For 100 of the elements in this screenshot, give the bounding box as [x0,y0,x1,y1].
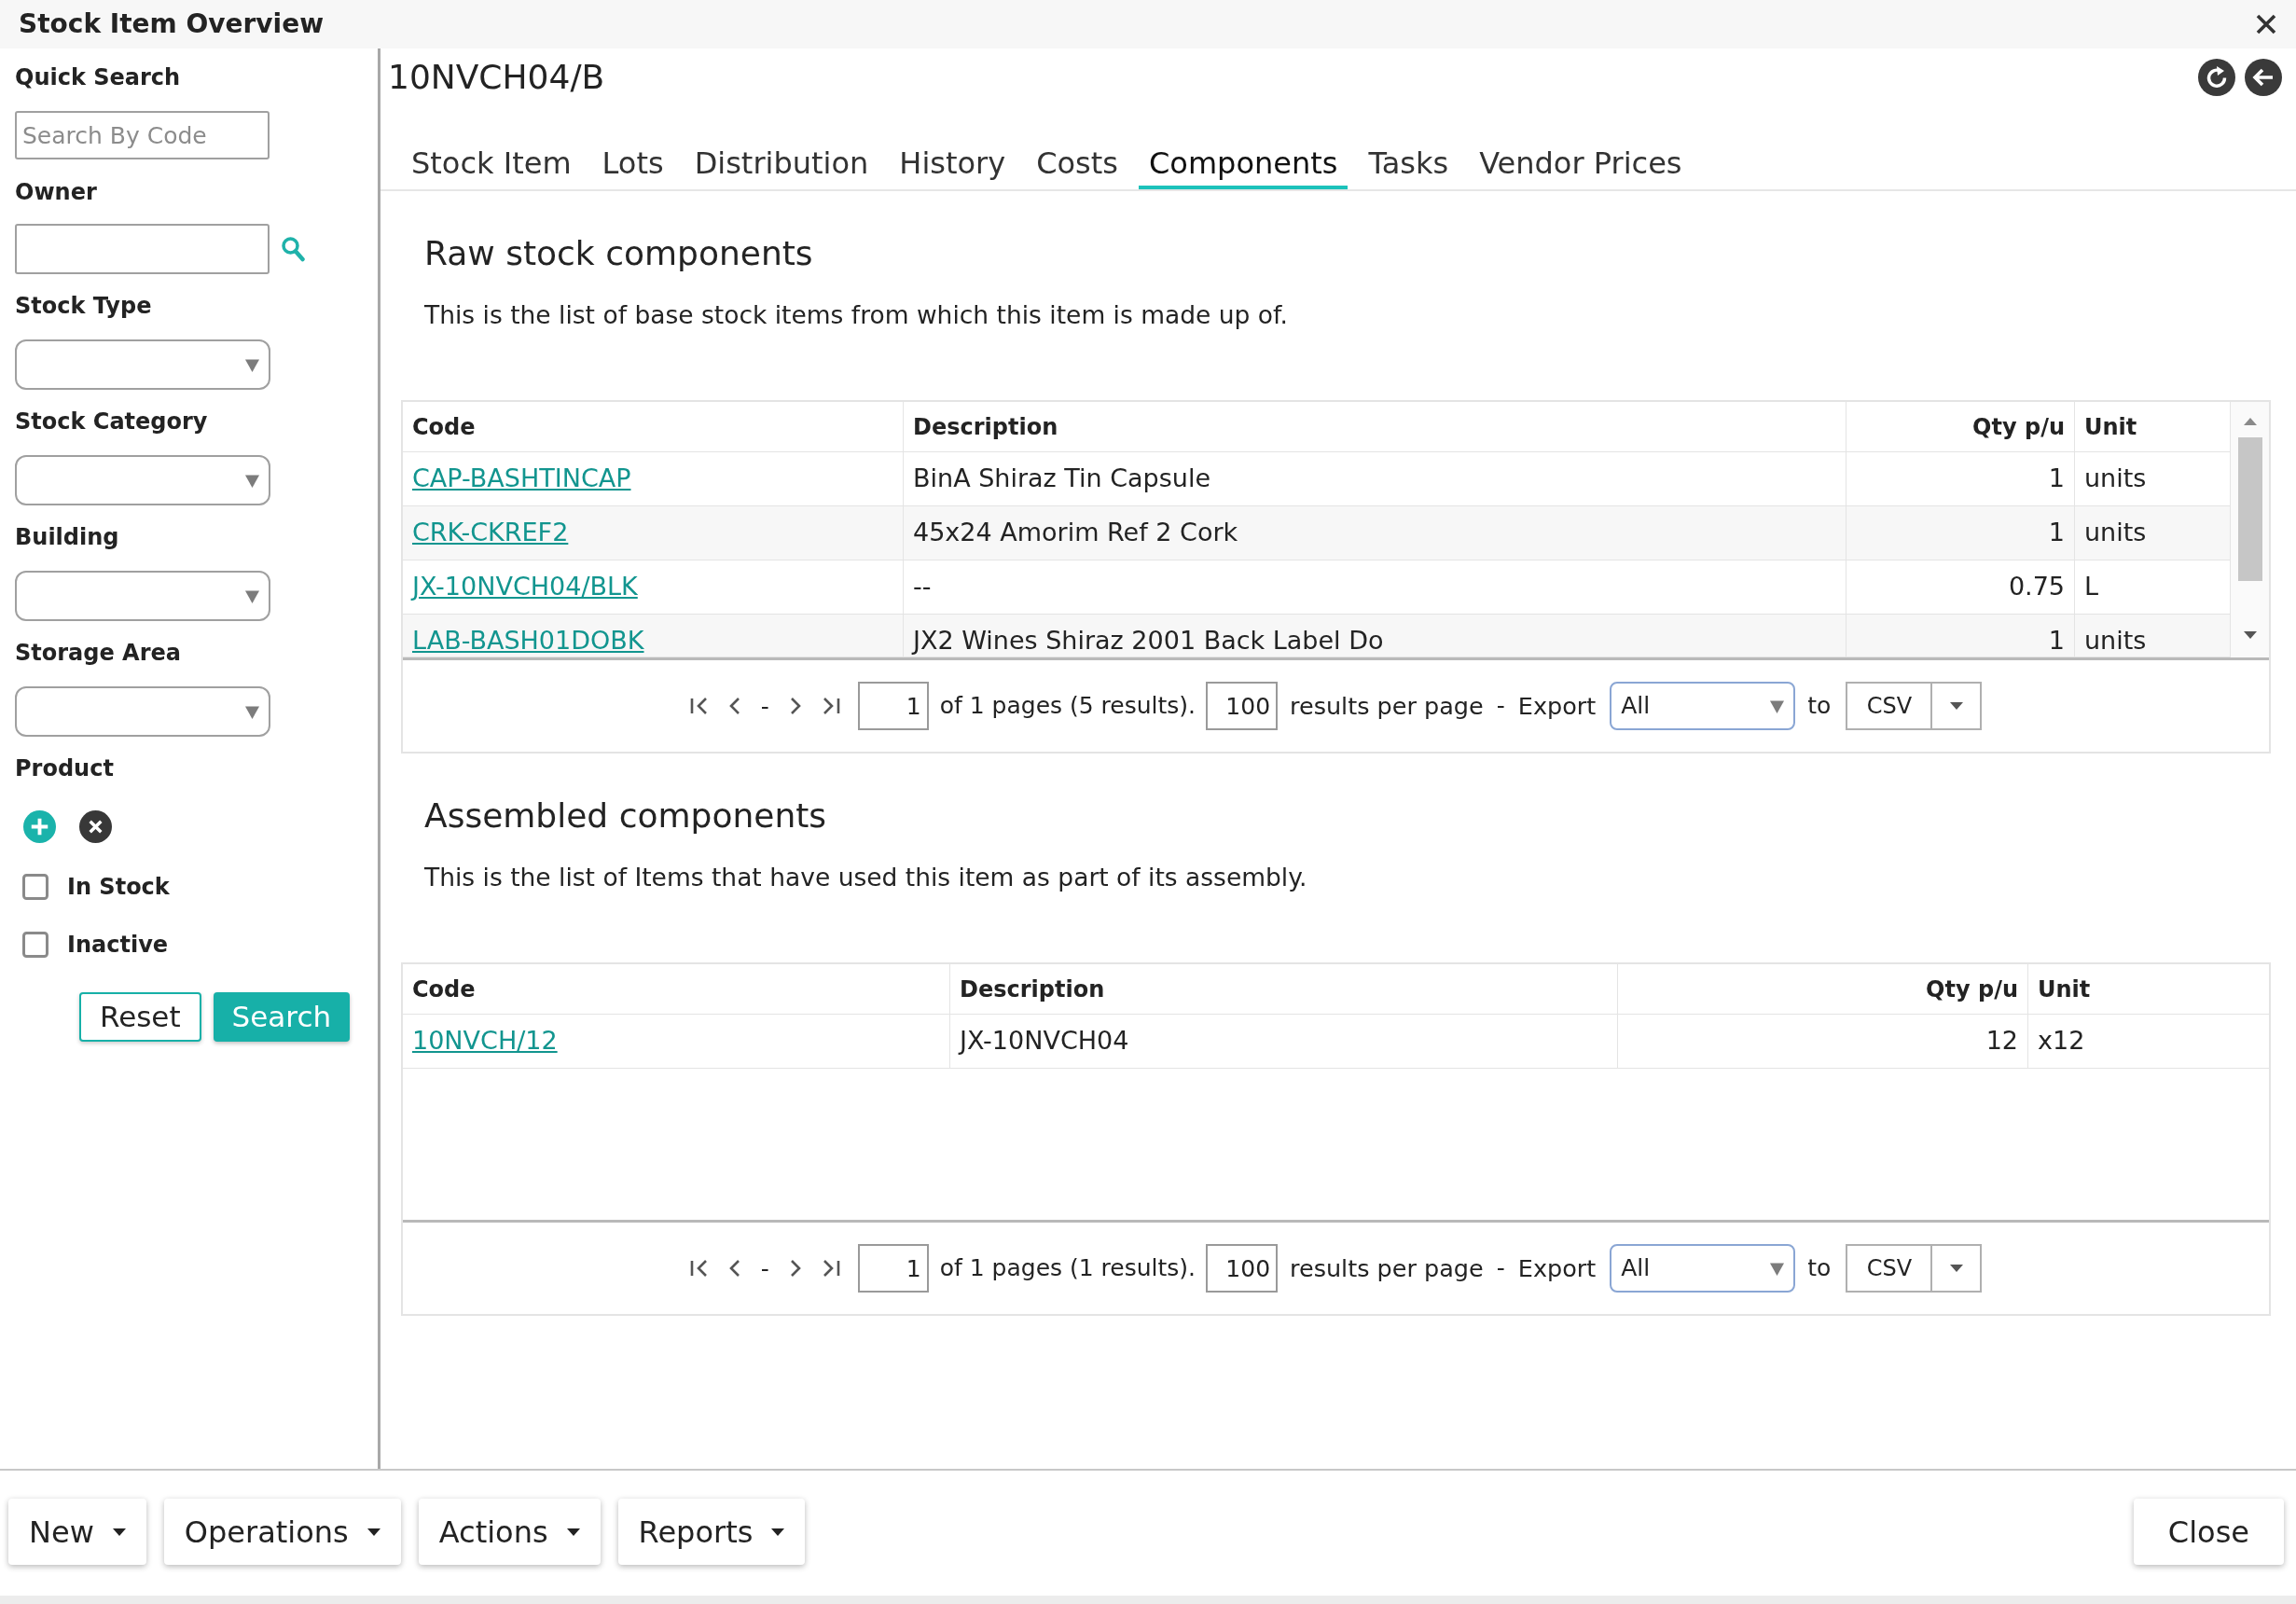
x-circle-icon[interactable] [79,810,112,843]
page-size-field[interactable]: 100 [1206,1244,1279,1293]
scrollbar-thumb[interactable] [2237,437,2262,581]
menu-button[interactable]: New [8,1499,146,1565]
caret-icon [245,704,259,719]
first-page-icon[interactable] [689,696,709,716]
select-field[interactable] [15,571,270,621]
export-format-dropdown[interactable] [1930,1244,1983,1293]
section-description: This is the list of base stock items from which this item is made up of. [423,300,1289,330]
chevron-right-icon[interactable] [789,696,801,716]
table-cell: JX2 Wines Shiraz 2001 Back Label Do [903,615,1846,657]
tab[interactable]: Costs [1026,140,1128,189]
arrow-left-circle-icon[interactable] [2245,59,2282,96]
table-cell: 12 [1617,1015,2027,1068]
caret-icon [771,1528,785,1536]
field-label: Product [15,754,115,782]
table-cell: 45x24 Amorim Ref 2 Cork [903,506,1846,560]
table-cell: 1 [1846,615,2074,657]
chevron-left-icon[interactable] [728,1258,740,1279]
table-cell: 1 [1846,506,2074,560]
export-format-button[interactable]: CSV [1846,1244,1931,1293]
section-heading: Raw stock components [423,233,814,274]
close-button[interactable]: Close [2133,1499,2284,1565]
caret-icon [112,1528,126,1536]
page-summary: of 1 pages (5 results). [939,691,1196,722]
section-description: This is the list of Items that have used this item as part of its assembly. [423,863,1308,892]
export-label: Export [1517,690,1597,722]
section-heading: Assembled components [423,795,828,837]
field-label: Building [15,523,120,551]
page-separator: - [760,1256,769,1280]
tab[interactable]: Components [1139,140,1349,189]
field-label: Storage Area [15,639,182,667]
tab[interactable]: Distribution [684,140,879,189]
field-label: Stock Category [15,408,209,436]
menu-button[interactable]: Actions [418,1499,601,1565]
column-header: Description [903,402,1846,451]
per-page-label: results per page [1290,690,1484,722]
tab[interactable]: Tasks [1358,140,1459,189]
first-page-icon[interactable] [689,1258,709,1279]
tab[interactable]: Stock Item [401,140,582,189]
separator-text: - [1496,1253,1505,1284]
to-label: to [1807,1253,1832,1284]
triangle-down-icon[interactable] [2243,631,2257,639]
column-header: Qty p/u [1846,402,2074,451]
owner-field[interactable] [15,224,270,274]
table-cell: -- [903,560,1846,614]
export-scope-select[interactable]: All [1610,1244,1796,1293]
page-summary: of 1 pages (1 results). [939,1253,1196,1284]
field-label: Stock Type [15,292,153,320]
reset-button[interactable]: Reset [79,992,201,1042]
last-page-icon[interactable] [821,696,840,716]
search-field[interactable]: Search By Code [15,111,270,159]
page-number-field[interactable]: 1 [857,682,929,730]
page-size-field[interactable]: 100 [1206,682,1279,730]
export-scope-select[interactable]: All [1610,682,1796,730]
export-label: Export [1517,1252,1597,1284]
checkbox[interactable] [22,932,48,958]
menu-button[interactable]: Operations [163,1499,401,1565]
table-cell: 0.75 [1846,560,2074,614]
caret-icon [245,357,259,372]
chevron-left-icon[interactable] [728,696,740,716]
page-number-field[interactable]: 1 [857,1244,929,1293]
chevron-right-icon[interactable] [789,1258,801,1279]
tab[interactable]: Vendor Prices [1469,140,1693,189]
export-format-button[interactable]: CSV [1846,682,1931,730]
caret-icon [566,1528,580,1536]
tab[interactable]: History [889,140,1017,189]
plus-circle-icon[interactable] [23,810,56,843]
export-format-dropdown[interactable] [1930,682,1983,730]
caret-icon [245,588,259,603]
menu-button[interactable]: Reports [617,1499,806,1565]
caret-icon [367,1528,380,1536]
caret-icon [245,473,259,488]
caret-icon [1949,1265,1963,1272]
per-page-label: results per page [1290,1252,1484,1284]
table-cell: JX-10NVCH04 [949,1015,1617,1068]
column-header: Code [411,975,477,1004]
last-page-icon[interactable] [821,1258,840,1279]
checkbox-label: In Stock [67,873,170,901]
tab[interactable]: Lots [591,140,674,189]
table-cell: 1 [1846,452,2074,505]
select-field[interactable] [15,686,270,737]
table-cell: x12 [2027,1015,2269,1068]
item-code-link[interactable]: JX-10NVCH04/BLK [412,572,638,602]
record-title: 10NVCH04/B [388,59,605,96]
close-icon[interactable] [2256,14,2276,35]
search-icon[interactable] [281,236,305,262]
scrollbar-track[interactable] [2230,402,2269,657]
triangle-up-icon[interactable] [2243,418,2257,425]
select-field[interactable] [15,455,270,505]
caret-icon [1949,702,1963,710]
checkbox[interactable] [22,874,48,900]
refresh-icon[interactable] [2198,59,2235,96]
field-label: Owner [15,178,98,206]
item-code-link[interactable]: CAP-BASHTINCAP [412,463,631,493]
caret-icon [1770,698,1785,713]
to-label: to [1807,691,1832,722]
item-code-link[interactable]: 10NVCH/12 [412,1026,558,1056]
table-cell: BinA Shiraz Tin Capsule [903,452,1846,505]
select-field[interactable] [15,339,270,390]
